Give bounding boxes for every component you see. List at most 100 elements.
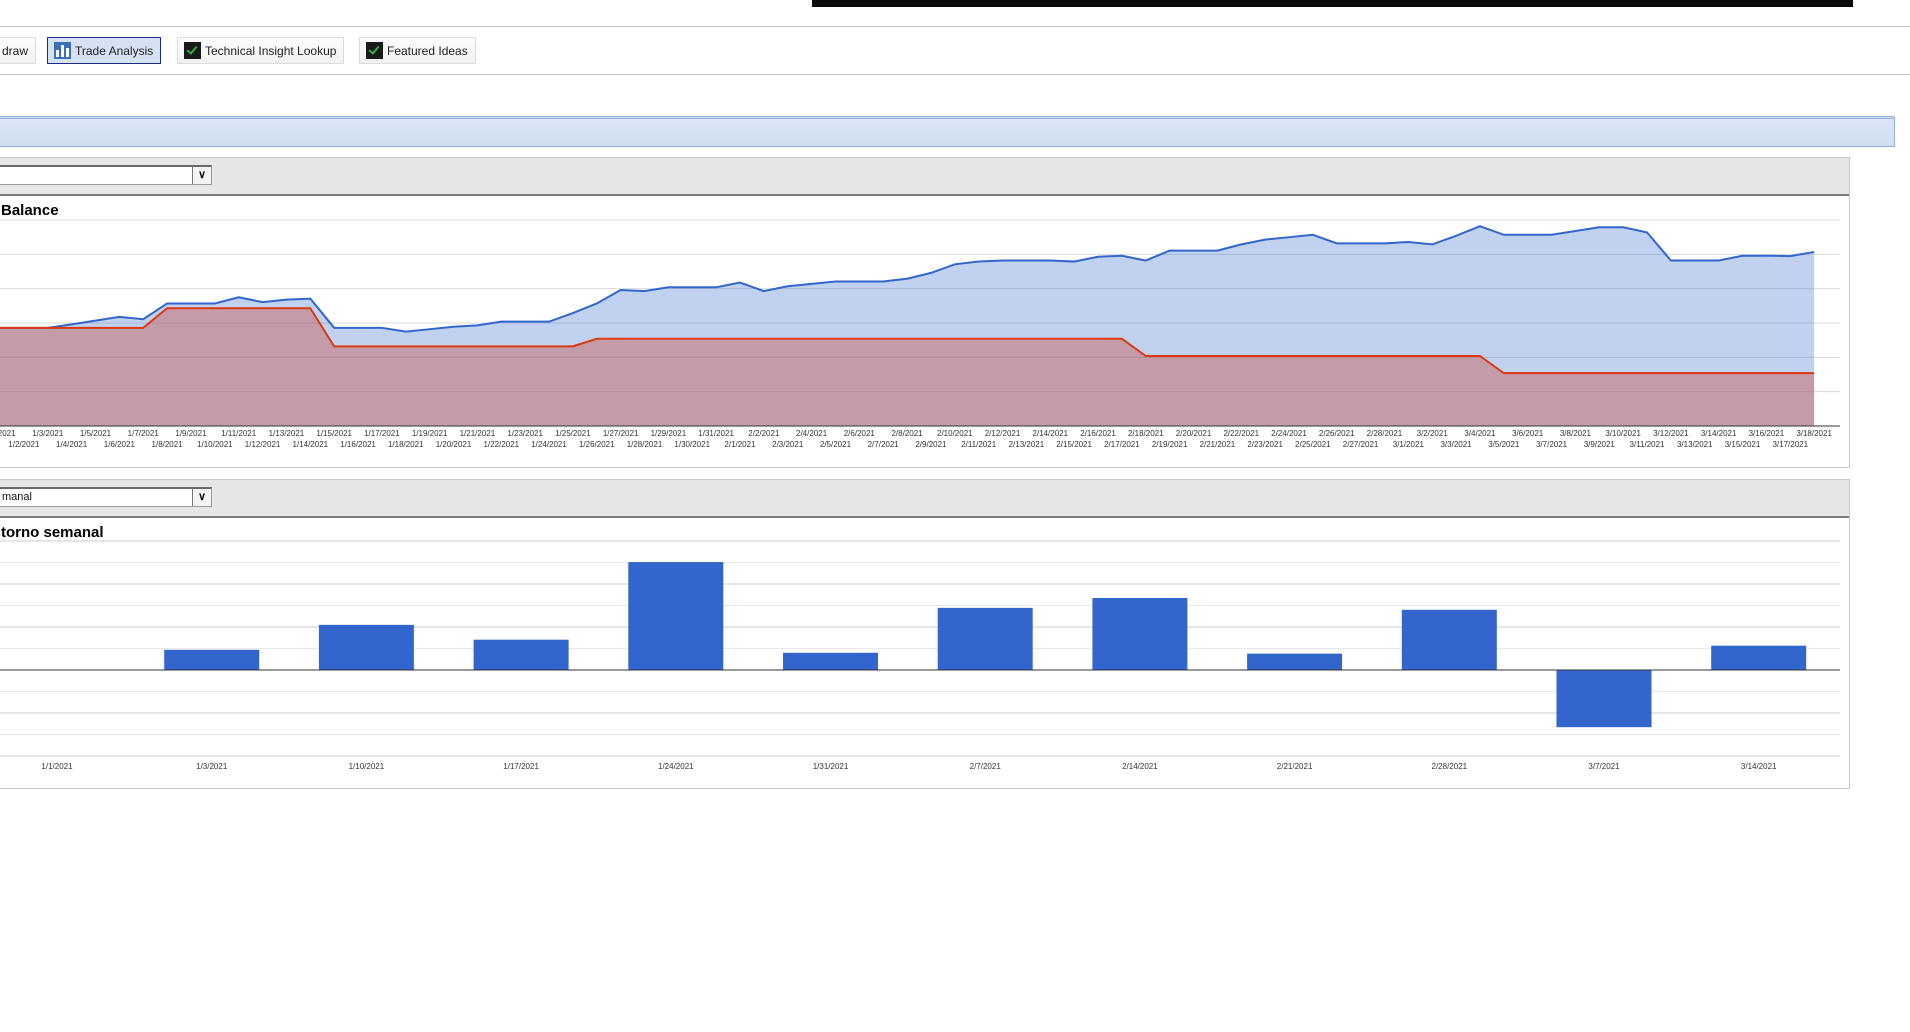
- x-tick-label: 3/6/2021: [1512, 429, 1544, 438]
- tab-withdraw[interactable]: draw: [0, 37, 36, 64]
- x-tick-label: 1/1/2021: [0, 429, 16, 438]
- bar: [1247, 653, 1343, 670]
- divider: [0, 74, 1910, 75]
- bar: [783, 652, 878, 670]
- x-tick-label: 2/20/2021: [1176, 429, 1212, 438]
- bar: [1401, 609, 1497, 670]
- x-tick-label: 2/7/2021: [970, 762, 1002, 771]
- x-tick-label: 2/5/2021: [820, 440, 852, 449]
- x-tick-label: 3/2/2021: [1417, 429, 1449, 438]
- balance-select[interactable]: ∨: [0, 165, 212, 185]
- bar: [473, 639, 569, 670]
- x-tick-label: 2/6/2021: [844, 429, 876, 438]
- x-tick-label: 3/7/2021: [1588, 762, 1620, 771]
- bar: [164, 649, 260, 670]
- x-tick-label: 1/11/2021: [221, 429, 257, 438]
- x-tick-label: 2/3/2021: [772, 440, 804, 449]
- x-tick-label: 3/17/2021: [1772, 440, 1808, 449]
- x-tick-label: 1/17/2021: [364, 429, 400, 438]
- x-tick-label: 1/14/2021: [293, 440, 329, 449]
- x-tick-label: 2/26/2021: [1319, 429, 1355, 438]
- x-tick-label: 1/16/2021: [340, 440, 376, 449]
- x-tick-label: 3/9/2021: [1584, 440, 1616, 449]
- x-tick-label: 3/1/2021: [1393, 440, 1425, 449]
- tab-technical-insight-lookup[interactable]: Technical Insight Lookup: [177, 37, 345, 64]
- x-tick-label: 1/10/2021: [197, 440, 233, 449]
- x-tick-label: 2/13/2021: [1009, 440, 1045, 449]
- x-tick-label: 1/6/2021: [104, 440, 136, 449]
- tab-trade-analysis[interactable]: Trade Analysis: [47, 37, 162, 64]
- tab-label: Featured Ideas: [387, 43, 468, 58]
- x-tick-label: 2/2/2021: [748, 429, 780, 438]
- x-tick-label: 1/18/2021: [388, 440, 424, 449]
- x-tick-label: 1/17/2021: [503, 762, 539, 771]
- x-tick-label: 3/8/2021: [1560, 429, 1592, 438]
- x-tick-label: 1/28/2021: [627, 440, 663, 449]
- x-tick-label: 2/24/2021: [1271, 429, 1307, 438]
- x-tick-label: 2/17/2021: [1104, 440, 1140, 449]
- bar: [318, 624, 414, 670]
- x-tick-label: 2/11/2021: [961, 440, 997, 449]
- x-tick-label: 1/3/2021: [196, 762, 228, 771]
- x-tick-label: 1/31/2021: [698, 429, 734, 438]
- x-tick-label: 2/14/2021: [1122, 762, 1158, 771]
- x-tick-label: 3/7/2021: [1536, 440, 1568, 449]
- x-tick-label: 1/15/2021: [316, 429, 352, 438]
- x-tick-label: 2/21/2021: [1200, 440, 1236, 449]
- chevron-down-icon[interactable]: ∨: [192, 489, 211, 506]
- x-tick-label: 3/12/2021: [1653, 429, 1689, 438]
- panel-header: ∨: [0, 158, 1849, 196]
- x-tick-label: 1/2/2021: [8, 440, 40, 449]
- x-tick-label: 1/1/2021: [41, 762, 73, 771]
- x-tick-label: 1/8/2021: [152, 440, 184, 449]
- balance-chart: 1/1/2021 1/2/2021 1/3/2021 1/4/2021 1/5/2021…: [0, 219, 1840, 449]
- x-tick-label: 2/4/2021: [796, 429, 828, 438]
- x-tick-label: 1/10/2021: [349, 762, 385, 771]
- x-tick-label: 1/26/2021: [579, 440, 615, 449]
- x-tick-label: 3/14/2021: [1701, 429, 1737, 438]
- bar-chart-icon: [54, 42, 71, 59]
- x-tick-label: 1/24/2021: [658, 762, 694, 771]
- period-select[interactable]: manal ∨: [0, 487, 212, 507]
- bar: [1092, 597, 1188, 670]
- x-tick-label: 1/7/2021: [128, 429, 160, 438]
- x-tick-label: 2/28/2021: [1367, 429, 1403, 438]
- x-tick-label: 2/16/2021: [1080, 429, 1116, 438]
- x-tick-label: 1/23/2021: [507, 429, 543, 438]
- x-tick-label: 1/31/2021: [813, 762, 849, 771]
- x-tick-label: 2/10/2021: [937, 429, 973, 438]
- x-tick-label: 1/12/2021: [245, 440, 281, 449]
- weekly-return-chart: 1/1/2021 1/3/2021 1/10/2021 1/17/2021 1/24/2…: [0, 540, 1840, 771]
- x-tick-label: 1/4/2021: [56, 440, 88, 449]
- x-tick-label: 2/8/2021: [891, 429, 923, 438]
- x-tick-label: 2/7/2021: [868, 440, 900, 449]
- x-tick-label: 1/13/2021: [269, 429, 305, 438]
- x-tick-label: 2/21/2021: [1277, 762, 1313, 771]
- x-tick-label: 1/27/2021: [603, 429, 639, 438]
- x-tick-label: 3/3/2021: [1440, 440, 1472, 449]
- x-tick-label: 3/16/2021: [1749, 429, 1785, 438]
- x-tick-label: 2/25/2021: [1295, 440, 1331, 449]
- x-tick-label: 3/5/2021: [1488, 440, 1520, 449]
- x-tick-label: 1/3/2021: [32, 429, 64, 438]
- x-tick-label: 2/28/2021: [1432, 762, 1468, 771]
- x-tick-label: 2/22/2021: [1223, 429, 1259, 438]
- x-tick-label: 3/4/2021: [1464, 429, 1496, 438]
- x-tick-label: 1/22/2021: [483, 440, 519, 449]
- x-tick-label: 2/1/2021: [724, 440, 756, 449]
- x-tick-label: 1/19/2021: [412, 429, 448, 438]
- tab-featured-ideas[interactable]: Featured Ideas: [359, 37, 476, 64]
- x-tick-label: 3/14/2021: [1741, 762, 1777, 771]
- x-tick-label: 2/18/2021: [1128, 429, 1164, 438]
- x-tick-label: 1/20/2021: [436, 440, 472, 449]
- x-tick-label: 3/10/2021: [1605, 429, 1641, 438]
- chevron-down-icon[interactable]: ∨: [192, 167, 211, 184]
- bar: [937, 607, 1033, 670]
- bar: [1556, 670, 1652, 728]
- x-tick-label: 1/29/2021: [651, 429, 687, 438]
- x-tick-label: 1/25/2021: [555, 429, 591, 438]
- divider: [0, 26, 1910, 27]
- check-chart-icon: [184, 42, 201, 59]
- x-tick-label: 1/30/2021: [674, 440, 710, 449]
- x-tick-label: 1/5/2021: [80, 429, 112, 438]
